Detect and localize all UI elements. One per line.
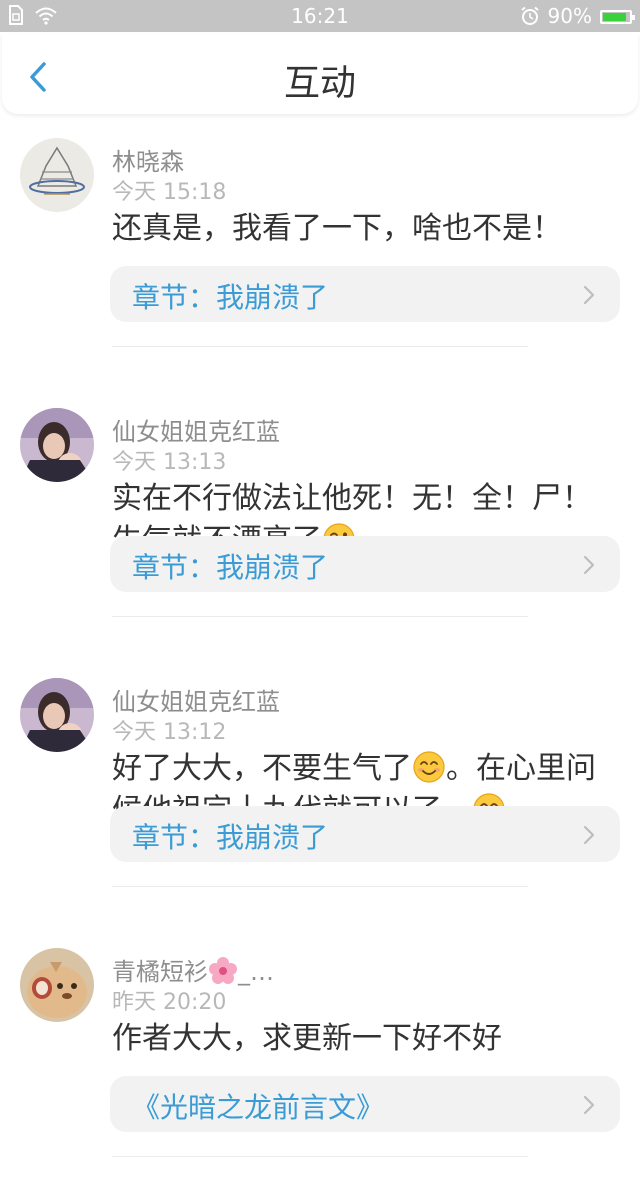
alarm-icon bbox=[520, 6, 539, 25]
comment-username[interactable]: 仙女姐姐克红蓝 bbox=[112, 682, 280, 717]
divider bbox=[112, 1156, 528, 1157]
battery-percent: 90% bbox=[547, 4, 592, 28]
comment-time: 今天 13:12 bbox=[112, 720, 227, 745]
divider bbox=[112, 346, 528, 347]
chapter-link-label: 章节：我崩溃了 bbox=[132, 551, 329, 584]
chapter-link-label: 章节：我崩溃了 bbox=[132, 821, 329, 854]
chapter-link[interactable]: 《光暗之龙前言文》 bbox=[110, 1076, 620, 1132]
comment-list: 林晓森 今天 15:18 还真是，我看了一下，啥也不是！ 章节：我崩溃了 仙女姐… bbox=[0, 118, 640, 1188]
status-bar: 16:21 90% bbox=[0, 0, 640, 32]
chapter-link[interactable]: 章节：我崩溃了 bbox=[110, 536, 620, 592]
chevron-right-icon bbox=[583, 825, 595, 845]
battery-icon bbox=[600, 10, 635, 24]
chevron-right-icon bbox=[583, 285, 595, 305]
comment-item: 仙女姐姐克红蓝 今天 13:12 好了大大，不要生气了 。在心里问候他祖宗十九代… bbox=[0, 658, 640, 928]
chapter-link-label: 章节：我崩溃了 bbox=[132, 281, 329, 314]
battery-fill bbox=[603, 13, 627, 21]
comment-time: 今天 15:18 bbox=[112, 180, 227, 205]
comment-username-suffix: _… bbox=[238, 958, 274, 986]
nav-bar: 互动 bbox=[2, 34, 638, 114]
comment-text-part: 好了大大，不要生气了 bbox=[112, 751, 412, 786]
avatar[interactable] bbox=[20, 138, 94, 212]
comment-item: 仙女姐姐克红蓝 今天 13:13 实在不行做法让他死！无！全！尸！生气就不漂亮了… bbox=[0, 388, 640, 658]
comment-username-label[interactable]: 青橘短衫 bbox=[112, 958, 208, 986]
comment-username: 青橘短衫 _… bbox=[112, 952, 274, 987]
page-title: 互动 bbox=[283, 63, 356, 104]
comment-text: 还真是，我看了一下，啥也不是！ bbox=[112, 211, 562, 246]
comment-username[interactable]: 仙女姐姐克红蓝 bbox=[112, 412, 280, 447]
divider bbox=[112, 616, 528, 617]
flower-emoji-icon bbox=[209, 957, 237, 984]
avatar[interactable] bbox=[20, 408, 94, 482]
chevron-right-icon bbox=[583, 1095, 595, 1115]
chapter-link-label: 《光暗之龙前言文》 bbox=[132, 1091, 385, 1124]
divider bbox=[112, 886, 528, 887]
chapter-link[interactable]: 章节：我崩溃了 bbox=[110, 266, 620, 322]
comment-item: 林晓森 今天 15:18 还真是，我看了一下，啥也不是！ 章节：我崩溃了 bbox=[0, 118, 640, 388]
smile-emoji-icon bbox=[413, 751, 445, 783]
comment-item: 青橘短衫 _… 昨天 20:20 作者大大，求更新一下好不好 《光暗之龙前言文》 bbox=[0, 928, 640, 1188]
chapter-link[interactable]: 章节：我崩溃了 bbox=[110, 806, 620, 862]
avatar[interactable] bbox=[20, 948, 94, 1022]
avatar[interactable] bbox=[20, 678, 94, 752]
chevron-right-icon bbox=[583, 555, 595, 575]
status-bar-right: 90% bbox=[520, 4, 635, 28]
comment-time: 今天 13:13 bbox=[112, 450, 227, 475]
comment-time: 昨天 20:20 bbox=[112, 990, 227, 1015]
comment-username[interactable]: 林晓森 bbox=[112, 142, 184, 177]
comment-text: 作者大大，求更新一下好不好 bbox=[112, 1021, 502, 1056]
